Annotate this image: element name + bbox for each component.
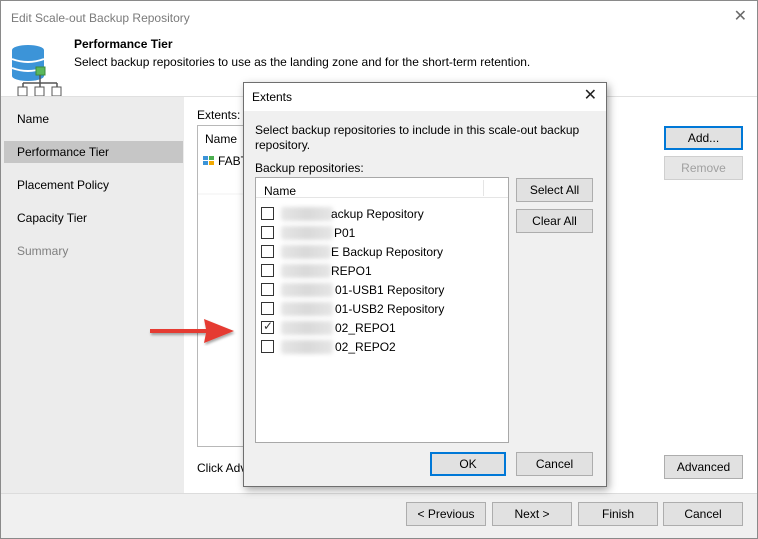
repository-name: ackup Repository <box>331 207 424 221</box>
remove-button: Remove <box>664 156 743 180</box>
redacted-text <box>281 321 333 335</box>
repository-checkbox[interactable] <box>261 264 274 277</box>
repository-name: E Backup Repository <box>331 245 444 259</box>
advanced-button[interactable]: Advanced <box>664 455 743 479</box>
repository-checkbox-checked[interactable]: ✓ <box>261 319 274 334</box>
ok-button[interactable]: OK <box>430 452 506 476</box>
close-icon[interactable]: ✕ <box>734 7 747 27</box>
dialog-description: Select backup repositories to include in… <box>255 123 580 152</box>
list-item[interactable]: E Backup Repository <box>261 242 501 261</box>
cancel-button[interactable]: Cancel <box>663 502 743 526</box>
list-item[interactable]: 02_REPO2 <box>261 337 501 356</box>
repository-column-name[interactable]: Name <box>264 184 296 198</box>
list-item[interactable]: ✓ 02_REPO1 <box>261 318 501 337</box>
finish-button[interactable]: Finish <box>578 502 658 526</box>
extents-label: Extents: <box>197 108 241 122</box>
window-title: Edit Scale-out Backup Repository <box>11 11 190 25</box>
redacted-text <box>281 226 333 240</box>
clear-all-button[interactable]: Clear All <box>516 209 593 233</box>
dialog-title-bar: Extents ✕ <box>244 83 606 111</box>
extents-column-name[interactable]: Name <box>205 132 237 146</box>
sidebar-item-placement-policy[interactable]: Placement Policy <box>1 174 184 196</box>
database-repository-icon <box>11 45 62 97</box>
sidebar-item-performance-tier[interactable]: Performance Tier <box>4 141 183 163</box>
repository-checkbox[interactable] <box>261 226 274 239</box>
repository-checkbox[interactable] <box>261 283 274 296</box>
select-all-button[interactable]: Select All <box>516 178 593 202</box>
advanced-hint: Click Adv <box>197 461 247 475</box>
previous-button[interactable]: < Previous <box>406 502 486 526</box>
redacted-text <box>281 283 333 297</box>
dialog-close-icon[interactable]: ✕ <box>584 86 597 106</box>
repository-checkbox[interactable] <box>261 245 274 258</box>
repository-name: 01-USB1 Repository <box>335 283 445 297</box>
sidebar-item-name[interactable]: Name <box>1 108 184 130</box>
red-arrow-icon <box>150 319 234 343</box>
repository-list[interactable]: Name ackup Repository P01 E Backup Repos… <box>255 177 509 443</box>
list-item[interactable]: 01-USB2 Repository <box>261 299 501 318</box>
redacted-text <box>281 245 331 259</box>
page-title: Performance Tier <box>74 37 173 51</box>
repository-checkbox[interactable] <box>261 302 274 315</box>
repository-list-header: Name <box>256 178 508 198</box>
repository-checkbox[interactable] <box>261 340 274 353</box>
wizard-footer: < Previous Next > Finish Cancel <box>1 494 757 538</box>
backup-repositories-label: Backup repositories: <box>255 161 364 175</box>
list-item[interactable]: REPO1 <box>261 261 501 280</box>
list-item[interactable]: P01 <box>261 223 501 242</box>
list-item[interactable]: ackup Repository <box>261 204 501 223</box>
redacted-text <box>281 340 333 354</box>
redacted-text <box>281 302 333 316</box>
wizard-sidebar: Name Performance Tier Placement Policy C… <box>1 97 184 493</box>
add-button[interactable]: Add... <box>664 126 743 150</box>
repository-name: 02_REPO1 <box>335 321 396 335</box>
page-description: Select backup repositories to use as the… <box>74 55 531 69</box>
repository-name: REPO1 <box>331 264 372 278</box>
repository-name: 01-USB2 Repository <box>335 302 445 316</box>
extents-dialog: Extents ✕ Select backup repositories to … <box>243 82 607 487</box>
redacted-text <box>281 264 331 278</box>
next-button[interactable]: Next > <box>492 502 572 526</box>
checkmark-icon: ✓ <box>263 319 274 333</box>
redacted-text <box>281 207 333 221</box>
repository-icon <box>203 156 214 165</box>
dialog-cancel-button[interactable]: Cancel <box>516 452 593 476</box>
repository-name: 02_REPO2 <box>335 340 396 354</box>
repository-checkbox[interactable] <box>261 207 274 220</box>
list-item[interactable]: 01-USB1 Repository <box>261 280 501 299</box>
sidebar-item-summary: Summary <box>17 244 69 258</box>
title-bar: Edit Scale-out Backup Repository ✕ <box>1 1 757 35</box>
column-divider <box>483 180 484 196</box>
repository-name: P01 <box>334 226 356 240</box>
dialog-title: Extents <box>252 90 293 104</box>
sidebar-item-capacity-tier[interactable]: Capacity Tier <box>1 207 184 229</box>
